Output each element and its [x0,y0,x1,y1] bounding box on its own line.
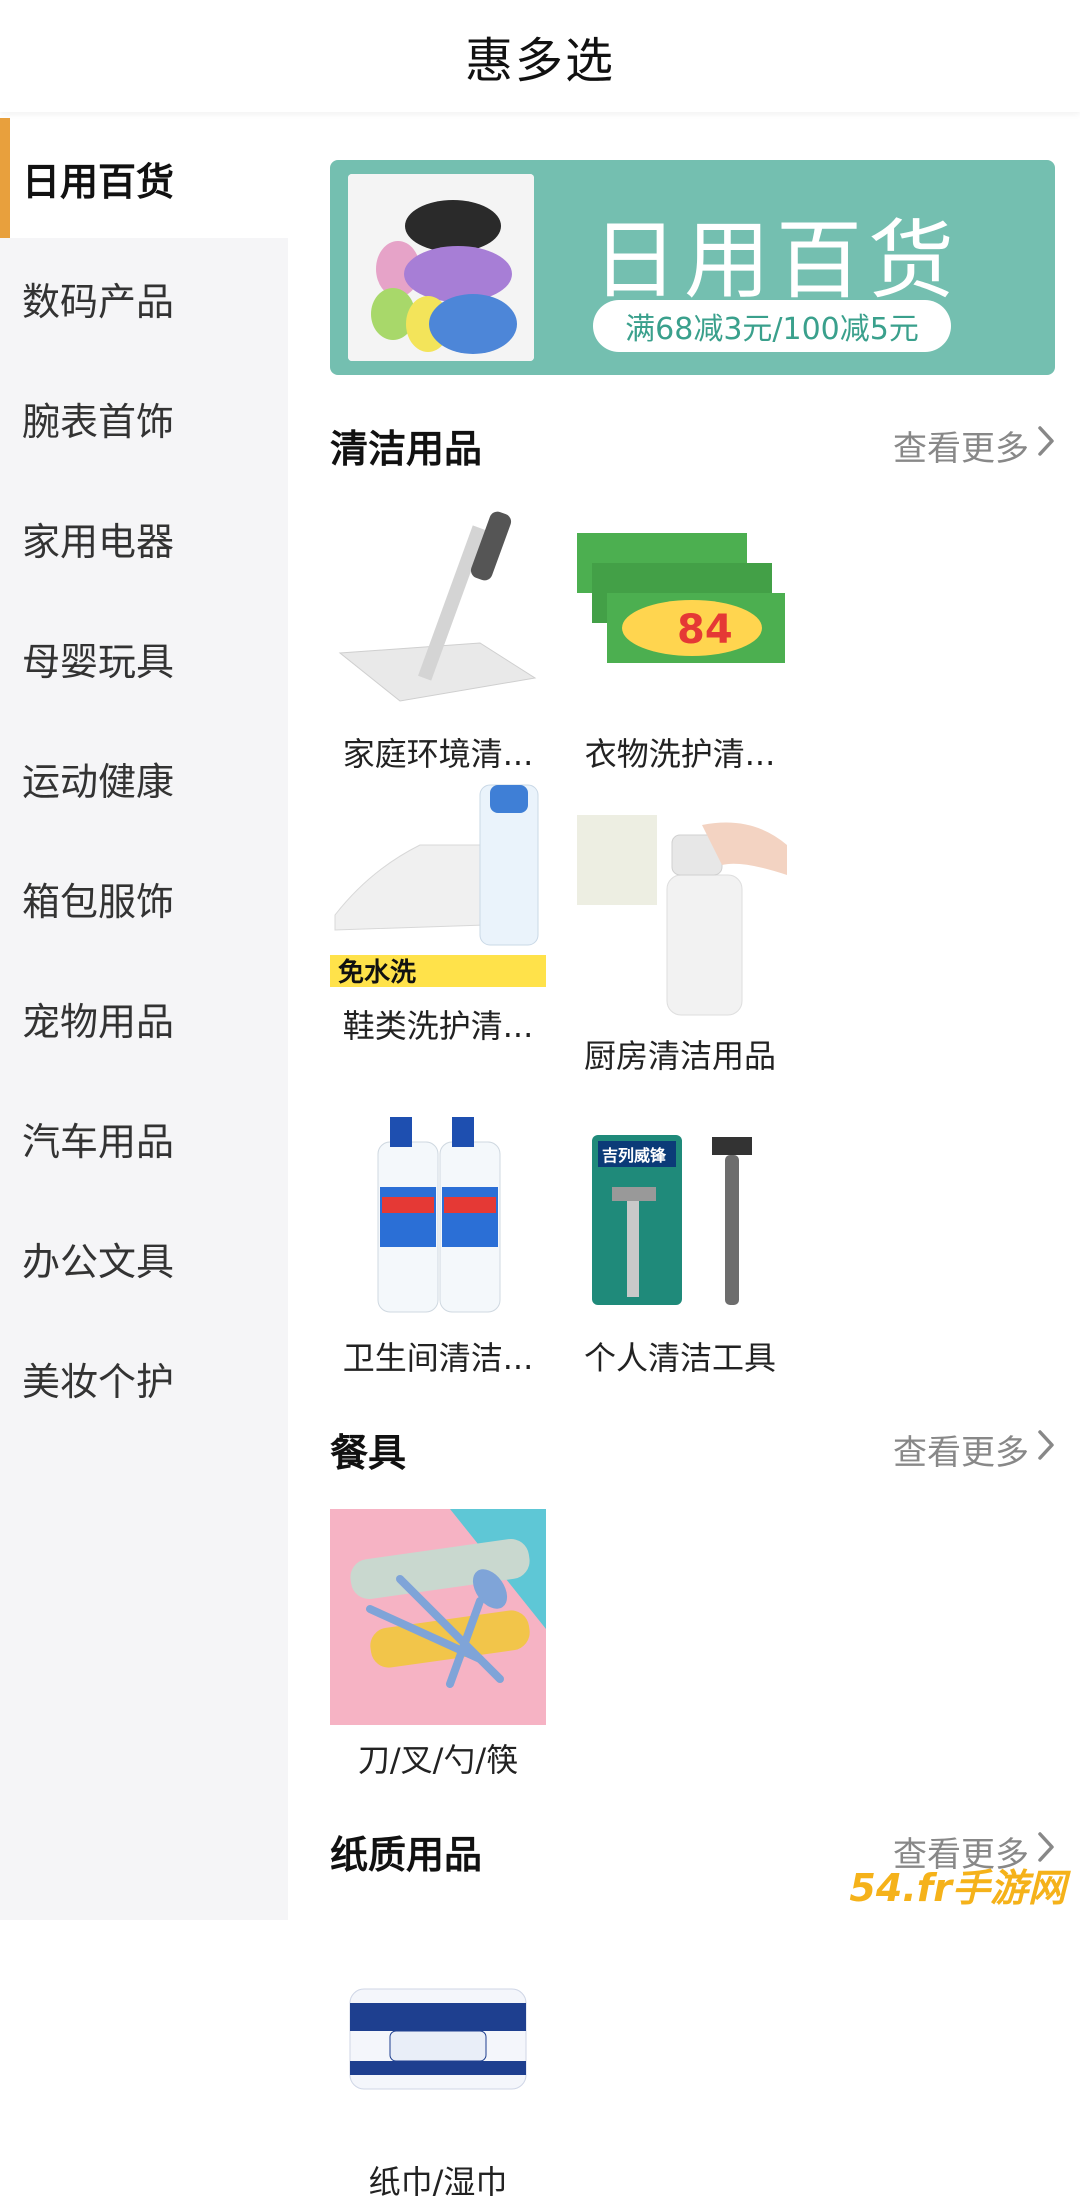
product-item[interactable]: 厨房清洁用品 [572,805,814,1077]
app-title: 惠多选 [464,33,615,89]
app-header: 惠多选 [0,0,1080,112]
category-banner[interactable]: 日用百货 满68减3元/100减5元 [330,160,1055,375]
banner-title: 日用百货 [592,211,960,311]
sidebar-item-label: 母婴玩具 [22,639,175,684]
product-grid-paper: 纸巾/湿巾 [330,1931,1055,2203]
product-item[interactable]: 家庭环境清... [330,503,572,775]
sidebar-item-label: 宠物用品 [22,999,175,1044]
product-item[interactable]: 刀/叉/勺/筷 [330,1509,572,1781]
watermark: 54.fr手游网 [849,1866,1066,1910]
chevron-right-icon [1037,1429,1055,1470]
shoe-cleaner-label: 免水洗 [338,957,416,988]
product-name: 刀/叉/勺/筷 [357,1741,519,1779]
sidebar-item-label: 美妆个护 [22,1359,175,1404]
sidebar-item-pets[interactable]: 宠物用品 [0,958,288,1078]
razor-image: 吉列威锋 [572,1107,788,1323]
section-title: 纸质用品 [330,1832,483,1877]
sidebar-item-label: 日用百货 [22,159,175,204]
product-item[interactable]: 免水洗 鞋类洗护清... [330,775,572,1077]
sidebar-item-label: 运动健康 [22,759,175,804]
category-sidebar: 日用百货 数码产品 腕表首饰 家用电器 母婴玩具 运动健康 箱包服饰 宠物用品 … [0,118,288,1920]
section-header-cleaning: 清洁用品 查看更多 [330,415,1055,475]
sidebar-item-auto[interactable]: 汽车用品 [0,1078,288,1198]
product-grid-tableware: 刀/叉/勺/筷 [330,1509,1055,1781]
laundry-soap-image: 84 [572,503,788,719]
toilet-cleaner-image [330,1107,546,1323]
product-name: 家庭环境清... [342,735,534,773]
product-item[interactable]: 纸巾/湿巾 [330,1931,572,2203]
product-item[interactable]: 卫生间清洁... [330,1107,572,1379]
trash-bags-image [348,174,534,361]
spray-bottle-image [572,805,788,1021]
section-title: 餐具 [330,1430,407,1475]
section-header-tableware: 餐具 查看更多 [330,1419,1055,1479]
sidebar-item-label: 数码产品 [22,279,175,324]
chevron-right-icon [1037,425,1055,466]
sidebar-item-appliances[interactable]: 家用电器 [0,478,288,598]
product-name: 鞋类洗护清... [342,1007,534,1045]
sidebar-item-watches-jewelry[interactable]: 腕表首饰 [0,358,288,478]
see-more-label: 查看更多 [893,1432,1029,1473]
sidebar-item-daily-goods[interactable]: 日用百货 [0,118,288,238]
mop-image [330,503,546,719]
product-grid-cleaning: 家庭环境清... 84 衣物洗护清... 免水洗 鞋类洗护清... 厨房清洁用品… [330,503,1055,1379]
razor-brand-label: 吉列威锋 [602,1146,667,1165]
shoe-cleaner-image: 免水洗 [330,775,546,991]
sidebar-item-baby-toys[interactable]: 母婴玩具 [0,598,288,718]
sidebar-item-bags-apparel[interactable]: 箱包服饰 [0,838,288,958]
sidebar-item-label: 腕表首饰 [22,399,175,444]
product-name: 厨房清洁用品 [583,1037,776,1075]
cutlery-image [330,1509,546,1725]
sidebar-item-beauty[interactable]: 美妆个护 [0,1318,288,1438]
product-name: 衣物洗护清... [584,735,776,773]
product-name: 个人清洁工具 [583,1339,776,1377]
product-item[interactable]: 吉列威锋 个人清洁工具 [572,1107,814,1379]
wet-wipes-image [330,1931,546,2147]
sidebar-item-sports-health[interactable]: 运动健康 [0,718,288,838]
soap-label: 84 [677,607,733,653]
product-item[interactable]: 84 衣物洗护清... [572,503,814,775]
sidebar-item-label: 汽车用品 [22,1119,175,1164]
sidebar-item-digital[interactable]: 数码产品 [0,238,288,358]
see-more-label: 查看更多 [893,428,1029,469]
sidebar-item-office[interactable]: 办公文具 [0,1198,288,1318]
see-more-button[interactable]: 查看更多 [893,1425,1055,1474]
sidebar-item-label: 办公文具 [22,1239,175,1284]
section-title: 清洁用品 [330,426,483,471]
see-more-button[interactable]: 查看更多 [893,421,1055,470]
product-name: 卫生间清洁... [342,1339,534,1377]
sidebar-item-label: 家用电器 [22,519,175,564]
banner-promo: 满68减3元/100减5元 [593,300,951,352]
product-name: 纸巾/湿巾 [368,2163,508,2201]
sidebar-item-label: 箱包服饰 [22,879,175,924]
